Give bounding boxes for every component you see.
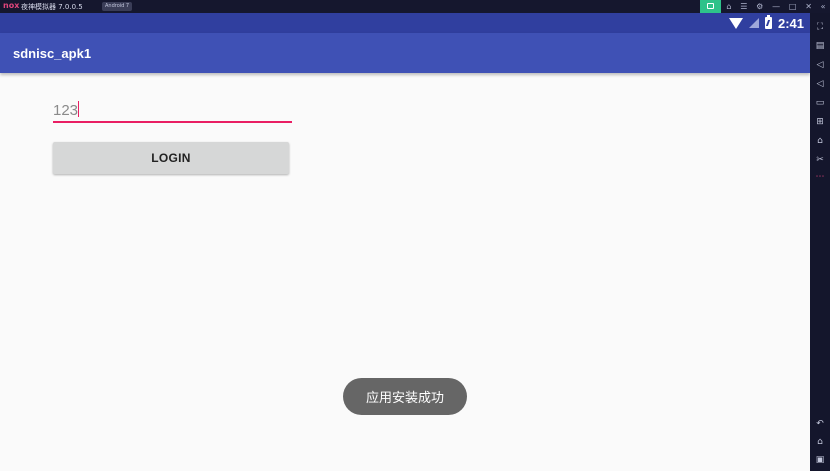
signal-icon bbox=[748, 18, 759, 28]
volume-down-icon[interactable]: ◁ bbox=[814, 78, 826, 90]
app-title: sdnisc_apk1 bbox=[13, 46, 92, 61]
keyboard-icon[interactable]: ▤ bbox=[814, 40, 826, 52]
android-version-badge: Android 7 bbox=[102, 2, 133, 11]
fullscreen-icon[interactable]: ⛶ bbox=[814, 21, 826, 33]
emulator-logo: nox bbox=[3, 1, 20, 10]
volume-up-icon[interactable]: ◁ bbox=[814, 59, 826, 71]
gift-icon[interactable]: ⌂ bbox=[726, 2, 731, 11]
menu-icon[interactable]: ☰ bbox=[740, 2, 747, 11]
recent-apps-icon[interactable]: ▣ bbox=[814, 454, 826, 466]
emulator-title: 夜神模拟器 7.0.0.5 bbox=[21, 3, 83, 11]
status-icons: 2:41 bbox=[728, 13, 804, 33]
android-screen: 2:41 sdnisc_apk1 LOGIN 应用安装成功 bbox=[0, 13, 810, 471]
apk-install-icon[interactable]: ⊞ bbox=[814, 116, 826, 128]
settings-icon[interactable]: ⚙ bbox=[756, 2, 763, 11]
text-cursor bbox=[78, 101, 79, 117]
screen-icon[interactable]: ▭ bbox=[814, 97, 826, 109]
window-controls: ⌂ ☰ ⚙ — □ ✕ « bbox=[722, 0, 830, 13]
maximize-icon[interactable]: □ bbox=[789, 2, 797, 11]
password-input[interactable] bbox=[53, 99, 292, 123]
minimize-icon[interactable]: — bbox=[772, 2, 780, 11]
status-bar: 2:41 bbox=[0, 13, 810, 33]
more-icon[interactable]: ⋯ bbox=[814, 171, 826, 183]
toast-message: 应用安装成功 bbox=[343, 378, 467, 415]
emulator-side-toolbar: ⛶ ▤ ◁ ◁ ▭ ⊞ ⌂ ✂ ⋯ ↶ ⌂ ▣ bbox=[810, 13, 830, 471]
screenshot-icon[interactable]: ✂ bbox=[814, 154, 826, 166]
app-bar: sdnisc_apk1 bbox=[0, 33, 810, 73]
login-button[interactable]: LOGIN bbox=[53, 142, 289, 174]
emulator-title-bar: nox 夜神模拟器 7.0.0.5 Android 7 ⌂ ☰ ⚙ — □ ✕ … bbox=[0, 0, 830, 13]
collapse-sidebar-icon[interactable]: « bbox=[821, 2, 826, 11]
home-icon[interactable]: ⌂ bbox=[814, 436, 826, 448]
back-icon[interactable]: ↶ bbox=[814, 418, 826, 430]
wifi-icon bbox=[728, 18, 743, 29]
shake-icon[interactable]: ⌂ bbox=[814, 135, 826, 147]
status-time: 2:41 bbox=[777, 15, 804, 31]
window-icon bbox=[707, 3, 714, 9]
battery-icon bbox=[764, 15, 772, 29]
close-icon[interactable]: ✕ bbox=[805, 2, 812, 11]
multi-instance-button[interactable] bbox=[700, 0, 721, 13]
